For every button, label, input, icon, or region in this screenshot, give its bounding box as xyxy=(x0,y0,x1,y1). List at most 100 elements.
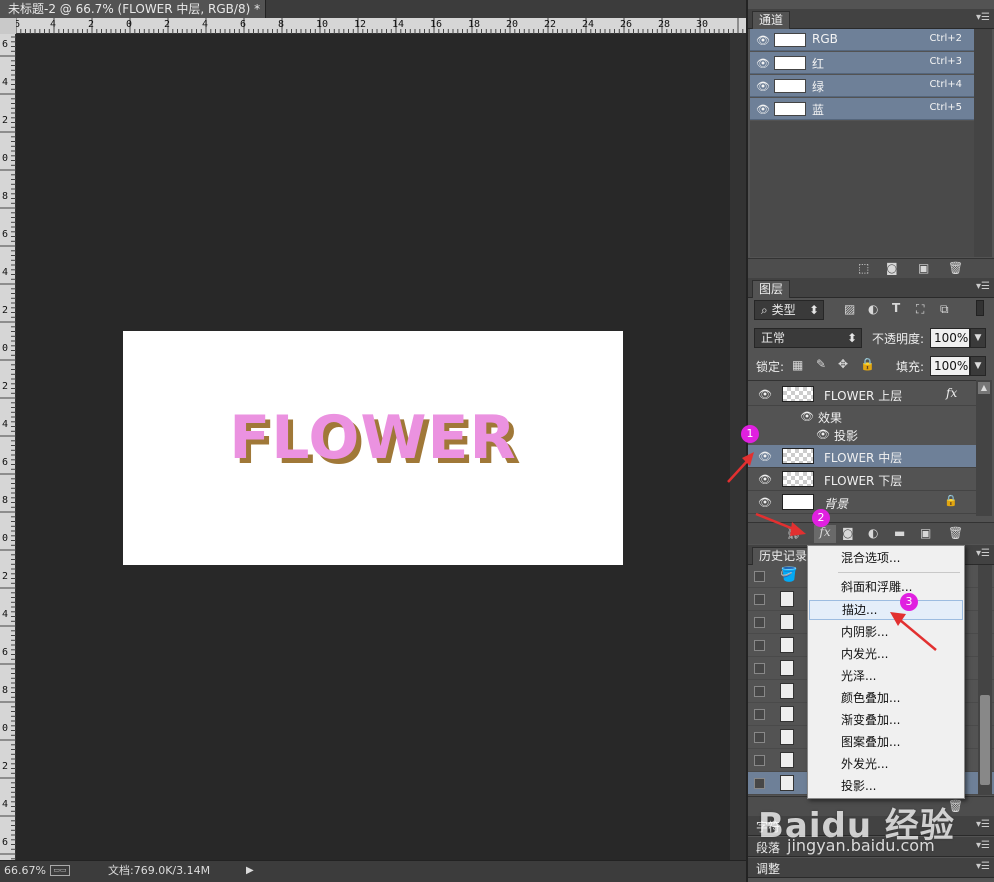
history-checkbox[interactable] xyxy=(754,686,765,697)
menu-item-pattern-overlay[interactable]: 图案叠加... xyxy=(809,732,963,752)
history-checkbox[interactable] xyxy=(754,663,765,674)
lock-position-move-icon[interactable]: ✥ xyxy=(838,357,848,371)
tab-channels[interactable]: 通道 xyxy=(752,11,791,29)
panel-menu-icon[interactable]: ▾☰ xyxy=(976,12,990,23)
fill-dropdown-icon[interactable]: ▼ xyxy=(970,356,986,376)
layer-effects-fx-icon[interactable]: fx xyxy=(946,386,957,400)
history-checkbox[interactable] xyxy=(754,755,765,766)
v-ruler-label: 0 xyxy=(2,343,9,354)
layer-row[interactable]: 👁 FLOWER 下层 xyxy=(748,468,976,491)
image-filter-icon[interactable]: ▨ xyxy=(844,302,855,316)
channel-row[interactable]: 👁 蓝 Ctrl+5 xyxy=(750,98,974,120)
channel-row[interactable]: 👁 红 Ctrl+3 xyxy=(750,52,974,74)
menu-item-satin[interactable]: 光泽... xyxy=(809,666,963,686)
status-menu-arrow-icon[interactable]: ▶ xyxy=(246,862,254,880)
layer-row[interactable]: 👁 FLOWER 上层 fx xyxy=(748,383,976,406)
lock-pixels-brush-icon[interactable]: ✎ xyxy=(816,357,826,371)
drop-shadow-effect-row[interactable]: 👁 投影 xyxy=(748,424,976,447)
menu-item-inner-shadow[interactable]: 内阴影... xyxy=(809,622,963,642)
layer-row-selected[interactable]: 👁 FLOWER 中层 xyxy=(748,445,976,468)
history-checkbox[interactable] xyxy=(754,571,765,582)
panel-menu-icon[interactable]: ▾☰ xyxy=(976,281,990,292)
v-ruler-label: 8 xyxy=(2,191,9,202)
channel-row[interactable]: 👁 绿 Ctrl+4 xyxy=(750,75,974,97)
eye-icon[interactable]: 👁 xyxy=(756,103,770,116)
layers-scrollbar[interactable]: ▲ xyxy=(976,380,992,516)
add-mask-icon[interactable]: ◙ xyxy=(842,526,854,540)
eye-icon[interactable]: 👁 xyxy=(756,80,770,93)
new-group-folder-icon[interactable]: ▬ xyxy=(894,526,905,540)
opacity-input[interactable]: 100% xyxy=(930,328,970,348)
new-channel-icon[interactable]: ▣ xyxy=(918,261,929,275)
layer-filter-select[interactable]: ⌕ 类型 ⬍ xyxy=(754,300,824,320)
save-selection-icon[interactable]: ◙ xyxy=(886,261,898,275)
panel-menu-icon[interactable]: ▾☰ xyxy=(976,819,990,830)
eye-icon[interactable]: 👁 xyxy=(758,388,772,401)
history-checkbox[interactable] xyxy=(754,617,765,628)
history-checkbox[interactable] xyxy=(754,640,765,651)
v-ruler-label: 0 xyxy=(2,153,9,164)
menu-item-inner-glow[interactable]: 内发光... xyxy=(809,644,963,664)
menu-item-outer-glow[interactable]: 外发光... xyxy=(809,754,963,774)
trash-icon[interactable]: 🗑 xyxy=(948,526,963,540)
menu-item-stroke[interactable]: 描边... xyxy=(809,600,963,620)
menu-item-color-overlay[interactable]: 颜色叠加... xyxy=(809,688,963,708)
history-scrollbar[interactable] xyxy=(978,565,992,795)
menu-item-bevel-emboss[interactable]: 斜面和浮雕... xyxy=(809,577,963,597)
eye-icon[interactable]: 👁 xyxy=(800,410,814,423)
history-checkbox[interactable] xyxy=(754,709,765,720)
lock-all-icon[interactable]: 🔒 xyxy=(860,357,875,371)
menu-item-blending-options[interactable]: 混合选项... xyxy=(809,548,963,568)
smart-object-filter-icon[interactable]: ⧉ xyxy=(940,302,949,317)
tab-history[interactable]: 历史记录 xyxy=(752,547,815,565)
trash-icon[interactable]: 🗑 xyxy=(948,261,963,275)
shape-filter-icon[interactable]: ⛶ xyxy=(916,302,924,317)
scroll-thumb[interactable] xyxy=(980,695,990,785)
vertical-ruler[interactable]: 6 4 2 0 8 6 4 2 0 2 4 6 8 0 2 4 6 8 0 2 … xyxy=(0,18,16,860)
eye-icon[interactable]: 👁 xyxy=(816,428,830,441)
eye-icon[interactable]: 👁 xyxy=(758,450,772,463)
v-ruler-label: 6 xyxy=(2,647,9,658)
horizontal-ruler[interactable]: 6 4 2 0 2 4 6 8 10 12 14 16 18 20 22 24 … xyxy=(16,18,746,34)
eye-icon[interactable]: 👁 xyxy=(756,34,770,47)
type-filter-icon[interactable]: T xyxy=(892,301,900,315)
tab-adjustments[interactable]: 调整 xyxy=(756,860,780,877)
adjustments-panel-header[interactable]: 调整 ▾☰ xyxy=(748,858,994,878)
add-layer-style-fx-icon[interactable]: fx xyxy=(814,525,836,543)
document-tab[interactable]: 未标题-2 @ 66.7% (FLOWER 中层, RGB/8) *× xyxy=(0,0,276,18)
tab-layers[interactable]: 图层 xyxy=(752,280,791,298)
scroll-up-icon[interactable]: ▲ xyxy=(978,382,990,394)
canvas-vertical-scrollbar[interactable] xyxy=(730,34,746,860)
blend-mode-select[interactable]: 正常 ⬍ xyxy=(754,328,862,348)
h-ruler-label: 6 xyxy=(240,19,247,30)
menu-item-gradient-overlay[interactable]: 渐变叠加... xyxy=(809,710,963,730)
history-checkbox[interactable] xyxy=(754,732,765,743)
new-adjustment-layer-icon[interactable]: ◐ xyxy=(868,526,878,540)
panel-menu-icon[interactable]: ▾☰ xyxy=(976,861,990,872)
ruler-corner[interactable] xyxy=(0,18,16,34)
adjustment-filter-icon[interactable]: ◐ xyxy=(868,302,878,316)
eye-icon[interactable]: 👁 xyxy=(756,57,770,70)
layer-name: 背景 xyxy=(824,497,849,511)
fill-input[interactable]: 100% xyxy=(930,356,970,376)
document-icon xyxy=(780,591,794,607)
panel-menu-icon[interactable]: ▾☰ xyxy=(976,548,990,559)
menu-item-drop-shadow[interactable]: 投影... xyxy=(809,776,963,796)
eye-icon[interactable]: 👁 xyxy=(758,473,772,486)
layer-row[interactable]: 👁 背景 🔒 xyxy=(748,491,976,514)
eye-icon[interactable]: 👁 xyxy=(758,496,772,509)
filter-toggle[interactable] xyxy=(976,300,984,316)
load-selection-icon[interactable]: ⬚ xyxy=(858,261,869,275)
history-checkbox[interactable] xyxy=(754,778,765,789)
panel-menu-icon[interactable]: ▾☰ xyxy=(976,840,990,851)
opacity-dropdown-icon[interactable]: ▼ xyxy=(970,328,986,348)
document-canvas[interactable]: FLOWER xyxy=(123,331,623,565)
new-layer-icon[interactable]: ▣ xyxy=(920,526,931,540)
lock-transparent-icon[interactable]: ▦ xyxy=(792,358,803,372)
channel-row[interactable]: 👁 RGB Ctrl+2 xyxy=(750,29,974,51)
history-checkbox[interactable] xyxy=(754,594,765,605)
channels-scrollbar[interactable] xyxy=(974,29,992,257)
link-layers-icon[interactable]: ⛓ xyxy=(786,526,801,540)
status-preview-icon[interactable]: ▭▭ xyxy=(50,865,70,876)
zoom-level[interactable]: 66.67% xyxy=(4,862,46,880)
